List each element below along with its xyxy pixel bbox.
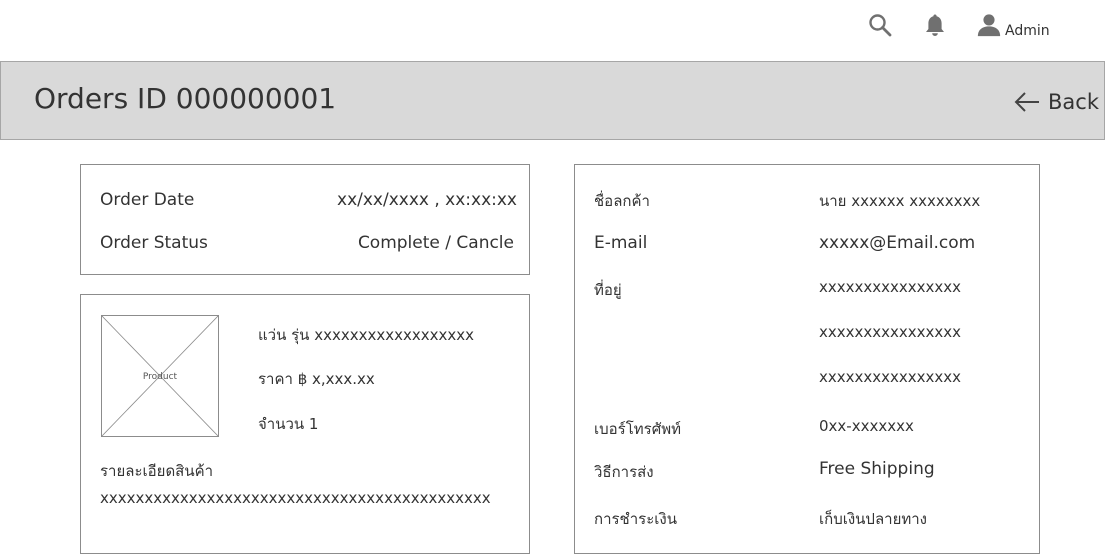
phone-label: เบอร์โทรศัพท์ (594, 420, 682, 438)
product-image-placeholder: Product (101, 315, 219, 437)
customer-card: ชื่อลกค้า นาย xxxxxx xxxxxxxx E-mail xxx… (574, 164, 1040, 554)
order-info-card: Order Date xx/xx/xxxx , xx:xx:xx Order S… (80, 164, 530, 275)
order-status-value: Complete / Cancle (357, 233, 514, 253)
user-icon[interactable] (976, 12, 1004, 38)
page-title: Orders ID 000000001 (34, 82, 337, 115)
customer-name-value: นาย xxxxxx xxxxxxxx (819, 192, 981, 210)
payment-label: การชำระเงิน (594, 510, 677, 528)
address-label: ที่อยู่ (594, 281, 622, 299)
order-date-value: xx/xx/xxxx , xx:xx:xx (337, 190, 517, 210)
payment-value: เก็บเงินปลายทาง (819, 510, 927, 528)
email-label: E-mail (594, 233, 648, 253)
shipping-value: Free Shipping (819, 459, 935, 479)
phone-value: 0xx-xxxxxxx (819, 417, 914, 435)
shipping-label: วิธีการส่ง (594, 463, 654, 481)
order-status-label: Order Status (100, 233, 208, 253)
product-image-label: Product (142, 372, 178, 382)
product-details-label: รายละเอียดสินค้า (100, 462, 214, 480)
address-line: xxxxxxxxxxxxxxxx (819, 278, 962, 296)
order-date-label: Order Date (100, 190, 195, 210)
product-price: ราคา ฿ x,xxx.xx (258, 370, 375, 388)
address-line: xxxxxxxxxxxxxxxx (819, 368, 962, 386)
email-value: xxxxx@Email.com (819, 233, 976, 253)
customer-name-label: ชื่อลกค้า (594, 192, 650, 210)
product-details-value: xxxxxxxxxxxxxxxxxxxxxxxxxxxxxxxxxxxxxxxx… (100, 489, 491, 507)
search-icon[interactable] (867, 12, 893, 38)
top-bar: Admin (0, 0, 1105, 58)
back-button[interactable]: Back (1013, 89, 1099, 115)
admin-label[interactable]: Admin (1005, 23, 1050, 39)
bell-icon[interactable] (922, 12, 948, 38)
product-quantity: จำนวน 1 (258, 415, 319, 433)
page-header: Orders ID 000000001 Back (0, 61, 1105, 140)
product-card: Product แว่น รุ่น xxxxxxxxxxxxxxxxxx ราค… (80, 294, 530, 554)
address-line: xxxxxxxxxxxxxxxx (819, 323, 962, 341)
back-label: Back (1048, 90, 1099, 114)
arrow-left-icon (1013, 91, 1040, 113)
product-name: แว่น รุ่น xxxxxxxxxxxxxxxxxx (258, 326, 474, 344)
